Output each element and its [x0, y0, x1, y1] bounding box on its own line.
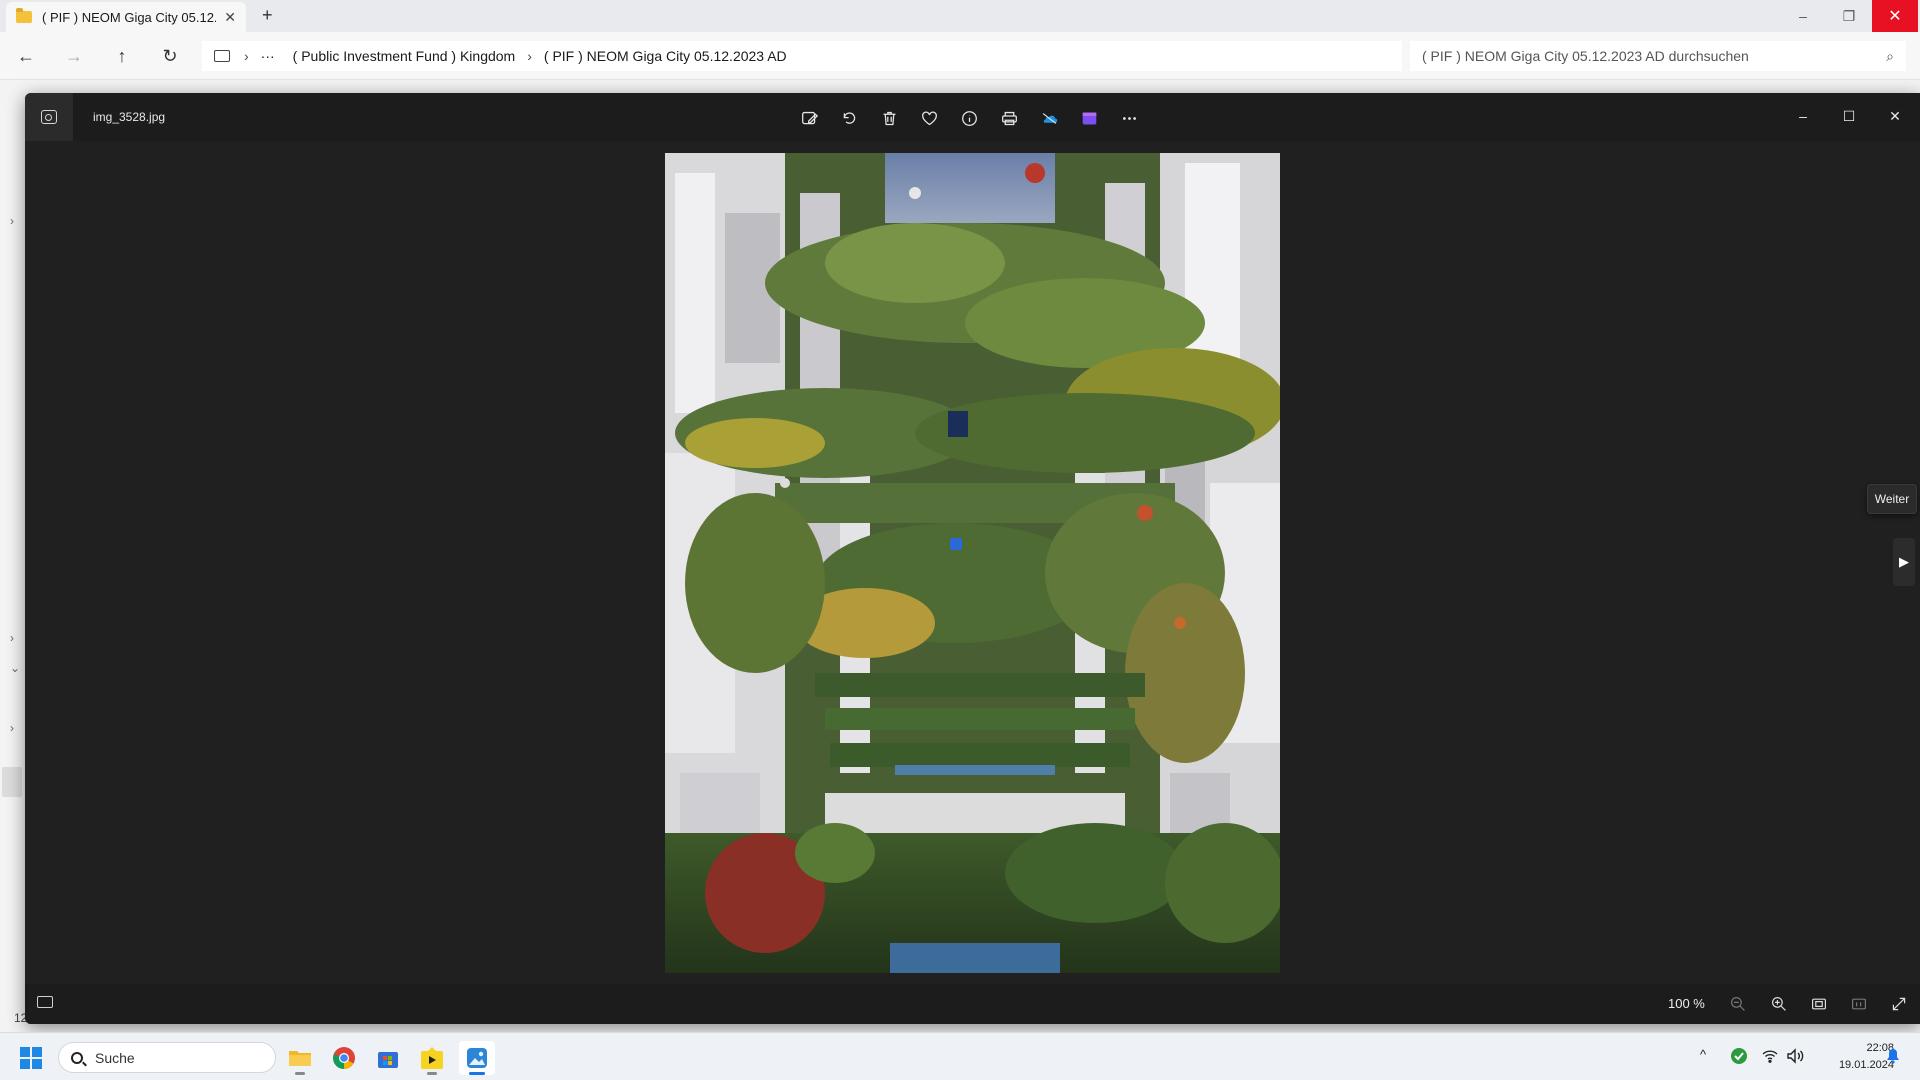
breadcrumb-item-kingdom[interactable]: ( Public Investment Fund ) Kingdom [293, 48, 516, 64]
chevron-down-icon[interactable]: ⌄ [10, 661, 20, 675]
zoom-out-icon[interactable] [1726, 993, 1750, 1015]
explorer-close-button[interactable]: ✕ [1872, 0, 1918, 32]
taskbar-search-label: Suche [95, 1049, 135, 1066]
more-options-icon[interactable] [1115, 105, 1143, 131]
search-icon [71, 1051, 83, 1064]
tab-title: ( PIF ) NEOM Giga City 05.12.2 [42, 9, 217, 25]
viewer-title-bar: img_3528.jpg – ☐ ✕ [25, 93, 1920, 141]
player-icon [421, 1047, 443, 1069]
delete-icon[interactable] [875, 105, 903, 131]
actual-size-icon[interactable] [1847, 993, 1871, 1015]
info-icon[interactable] [955, 105, 983, 131]
search-placeholder: ( PIF ) NEOM Giga City 05.12.2023 AD dur… [1422, 48, 1749, 64]
photos-viewer-window: img_3528.jpg – ☐ ✕ Weiter ▶ 100 % [25, 93, 1920, 1024]
breadcrumb-item-neom[interactable]: ( PIF ) NEOM Giga City 05.12.2023 AD [544, 48, 787, 64]
zoom-level[interactable]: 100 % [1668, 996, 1705, 1011]
rotate-icon[interactable] [835, 105, 863, 131]
taskbar-store[interactable] [370, 1041, 406, 1075]
explorer-restore-button[interactable]: ❐ [1826, 0, 1872, 32]
viewer-filename: img_3528.jpg [93, 110, 166, 124]
favorite-heart-icon[interactable] [915, 105, 943, 131]
explorer-tab-bar: ( PIF ) NEOM Giga City 05.12.2 ✕ + – ❐ ✕ [0, 0, 1920, 32]
clock-time: 22:08 [1866, 1042, 1894, 1054]
forward-button[interactable]: → [60, 42, 88, 70]
filmstrip-icon[interactable] [37, 996, 53, 1008]
system-clock[interactable]: 22:08 19.01.2024 [1806, 1040, 1894, 1074]
photos-icon [467, 1048, 487, 1068]
explorer-minimize-button[interactable]: – [1780, 0, 1826, 32]
chevron-right-icon[interactable]: › [10, 214, 14, 228]
volume-icon[interactable] [1786, 1048, 1804, 1067]
taskbar-media-player[interactable] [414, 1041, 450, 1075]
edit-image-icon[interactable] [795, 105, 823, 131]
navigation-pane: › › ⌄ › [0, 81, 25, 1032]
photo-artwork [665, 153, 1280, 973]
print-icon[interactable] [995, 105, 1023, 131]
back-button[interactable]: ← [12, 42, 40, 70]
breadcrumb-separator[interactable]: › [244, 48, 249, 64]
viewer-toolbar [795, 105, 1143, 131]
viewer-bottom-bar: 100 % [25, 984, 1920, 1024]
photos-app-icon[interactable] [25, 93, 73, 141]
fit-to-window-icon[interactable] [1807, 993, 1831, 1015]
address-bar: ← → ↑ ↻ › ··· ( Public Investment Fund )… [0, 32, 1920, 80]
next-tooltip: Weiter [1867, 484, 1917, 514]
clipchamp-icon[interactable] [1075, 105, 1103, 131]
taskbar-chrome[interactable] [326, 1041, 362, 1075]
taskbar-photos[interactable] [459, 1041, 495, 1075]
notification-bell-icon[interactable] [1886, 1048, 1900, 1067]
this-pc-icon[interactable] [214, 50, 230, 62]
chrome-icon [333, 1047, 355, 1069]
viewer-close-button[interactable]: ✕ [1872, 101, 1918, 131]
selected-nav-item[interactable] [2, 767, 22, 797]
clock-date: 19.01.2024 [1838, 1059, 1894, 1071]
store-icon [378, 1052, 398, 1068]
tray-overflow-chevron[interactable]: ^ [1700, 1047, 1706, 1062]
chevron-right-icon[interactable]: › [10, 631, 14, 645]
fullscreen-icon[interactable] [1887, 993, 1911, 1015]
taskbar-search[interactable]: Suche [58, 1042, 276, 1073]
displayed-photo[interactable] [665, 153, 1280, 973]
security-tray-icon[interactable] [1730, 1047, 1748, 1068]
explorer-tab[interactable]: ( PIF ) NEOM Giga City 05.12.2 ✕ [6, 2, 246, 32]
zoom-in-icon[interactable] [1767, 993, 1791, 1015]
explorer-search-input[interactable]: ( PIF ) NEOM Giga City 05.12.2023 AD dur… [1410, 41, 1906, 71]
search-icon: ⌕ [1886, 47, 1894, 64]
tab-close-button[interactable]: ✕ [224, 9, 236, 26]
taskbar-file-explorer[interactable] [282, 1041, 318, 1075]
start-button[interactable] [20, 1047, 42, 1069]
viewer-minimize-button[interactable]: – [1780, 101, 1826, 131]
breadcrumb[interactable]: › ··· ( Public Investment Fund ) Kingdom… [202, 41, 1402, 71]
refresh-button[interactable]: ↻ [156, 42, 184, 70]
chevron-right-icon[interactable]: › [10, 721, 14, 735]
next-image-button[interactable]: ▶ [1893, 538, 1915, 586]
taskbar: Suche ^ 22:08 19.01.2024 [0, 1032, 1920, 1080]
folder-icon [289, 1051, 311, 1066]
wifi-icon[interactable] [1762, 1049, 1778, 1066]
breadcrumb-separator[interactable]: › [527, 48, 532, 64]
viewer-maximize-button[interactable]: ☐ [1826, 101, 1872, 131]
folder-icon [16, 8, 32, 23]
up-button[interactable]: ↑ [108, 42, 136, 70]
onedrive-icon[interactable] [1035, 105, 1063, 131]
breadcrumb-more[interactable]: ··· [261, 48, 275, 64]
new-tab-button[interactable]: + [262, 5, 273, 26]
